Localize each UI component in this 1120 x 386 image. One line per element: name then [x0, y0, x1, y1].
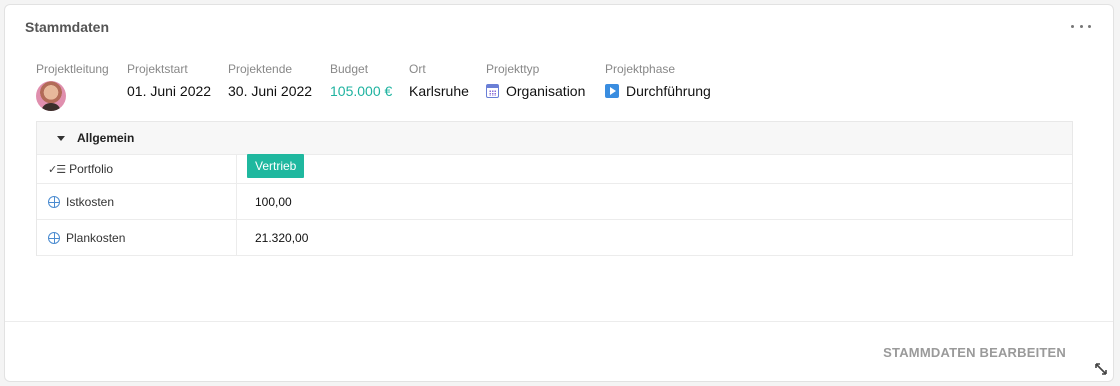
field-value: Karlsruhe — [409, 83, 469, 99]
field-label: Projektstart — [127, 62, 188, 76]
field-projektphase: Projektphase Durchführung — [605, 62, 711, 99]
table-row: ✓☰ Portfolio Vertrieb — [37, 154, 1072, 184]
field-projektende: Projektende 30. Juni 2022 — [228, 62, 312, 99]
field-label: Projektende — [228, 62, 293, 76]
field-label: Projektleitung — [36, 62, 109, 76]
row-value: 100,00 — [255, 194, 292, 209]
row-label: Istkosten — [66, 194, 115, 209]
row-value-cell: Vertrieb — [237, 154, 1072, 183]
field-value: 01. Juni 2022 — [127, 83, 212, 99]
play-icon — [605, 84, 619, 98]
field-ort: Ort Karlsruhe — [409, 62, 469, 99]
footer-divider — [5, 321, 1113, 322]
section-title: Allgemein — [77, 131, 135, 145]
row-label-cell: ✓☰ Portfolio — [37, 155, 237, 183]
globe-icon — [48, 231, 60, 244]
field-label: Ort — [409, 62, 426, 76]
row-label-cell: Plankosten — [37, 220, 237, 255]
resize-icon[interactable] — [1095, 363, 1107, 375]
row-label: Plankosten — [66, 230, 126, 245]
field-label: Projektphase — [605, 62, 676, 76]
field-budget: Budget 105.000 € — [330, 62, 392, 99]
field-projekttyp: Projekttyp Organisation — [486, 62, 585, 99]
field-projektleitung: Projektleitung — [36, 62, 109, 111]
projekttyp-value: Organisation — [506, 83, 586, 99]
field-value-projekttyp: Organisation — [486, 83, 585, 99]
row-label: Portfolio — [69, 162, 114, 176]
field-value-projektphase: Durchführung — [605, 83, 711, 99]
field-label: Budget — [330, 62, 369, 76]
row-value: 21.320,00 — [255, 230, 309, 245]
section-allgemein: Allgemein ✓☰ Portfolio Vertrieb Istkoste… — [36, 121, 1073, 256]
field-value: 30. Juni 2022 — [228, 83, 313, 99]
projektphase-value: Durchführung — [626, 83, 711, 99]
card-title: Stammdaten — [25, 19, 110, 35]
field-value: 105.000 € — [330, 83, 393, 99]
field-label: Projekttyp — [486, 62, 540, 76]
more-options-icon[interactable] — [1071, 19, 1091, 33]
calendar-icon — [486, 84, 499, 98]
row-label-cell: Istkosten — [37, 184, 237, 219]
portfolio-tag[interactable]: Vertrieb — [247, 154, 305, 178]
edit-stammdaten-button[interactable]: STAMMDATEN BEARBEITEN — [883, 345, 1066, 360]
table-row: Plankosten 21.320,00 — [37, 220, 1072, 256]
field-projektstart: Projektstart 01. Juni 2022 — [127, 62, 211, 99]
stammdaten-card: Stammdaten Projektleitung Projektstart 0… — [4, 4, 1114, 382]
table-row: Istkosten 100,00 — [37, 184, 1072, 220]
caret-down-icon[interactable] — [57, 135, 65, 141]
avatar[interactable] — [36, 81, 66, 111]
checklist-icon: ✓☰ — [48, 163, 66, 176]
globe-icon — [48, 195, 60, 208]
section-header[interactable]: Allgemein — [37, 122, 1072, 155]
